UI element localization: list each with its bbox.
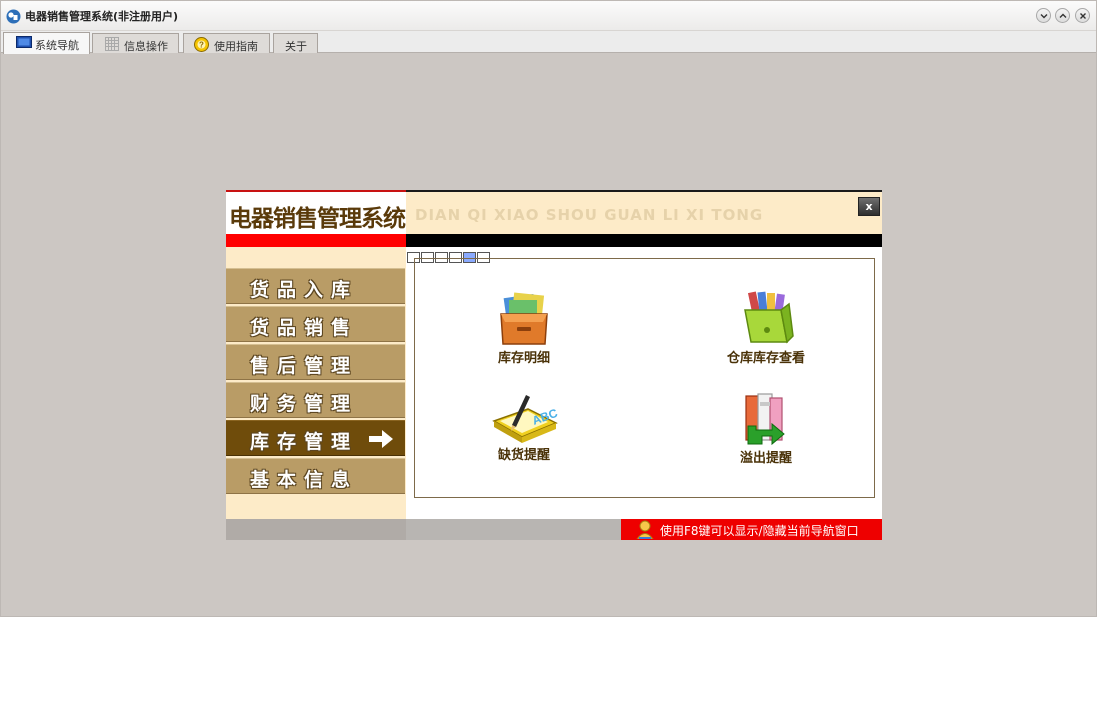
- function-overflow-alert[interactable]: 溢出提醒: [706, 390, 826, 466]
- menu-item-label: 货品入库: [250, 279, 359, 301]
- function-warehouse-stock[interactable]: 仓库库存查看: [706, 290, 826, 366]
- tip-bar: 使用F8键可以显示/隐藏当前导航窗口: [621, 519, 882, 540]
- book-folder-icon: [744, 291, 794, 344]
- tab-strip: 系统导航 信息操作 ? 使用指南 关于: [1, 31, 1096, 54]
- footer-bar: [406, 519, 621, 540]
- black-band: [406, 234, 882, 247]
- tab-info-ops[interactable]: 信息操作: [92, 33, 179, 53]
- tab-about[interactable]: 关于: [273, 33, 318, 53]
- app-logo-icon: [6, 9, 21, 24]
- menu-item-label: 库存管理: [250, 431, 359, 453]
- footer-bar: [226, 519, 406, 540]
- folder-box-icon: [500, 292, 548, 345]
- panel-header-logo: 电器销售管理系统: [226, 190, 406, 234]
- tab-label: 信息操作: [124, 40, 168, 53]
- navigation-panel: 电器销售管理系统 DIAN QI XIAO SHOU GUAN LI XI TO…: [226, 190, 882, 540]
- tab-user-guide[interactable]: ? 使用指南: [183, 33, 270, 53]
- red-band: [226, 234, 406, 247]
- menu-item-label: 货品销售: [250, 317, 359, 339]
- function-label: 溢出提醒: [739, 451, 792, 466]
- function-label: 库存明细: [497, 351, 550, 366]
- close-icon: [1080, 13, 1086, 19]
- help-icon: ?: [194, 37, 209, 55]
- menu-item-goods-sales[interactable]: 货品销售: [226, 306, 405, 342]
- title-bar: 电器销售管理系统(非注册用户): [1, 1, 1096, 31]
- panel-header-band: DIAN QI XIAO SHOU GUAN LI XI TONG: [406, 190, 882, 234]
- tab-label: 系统导航: [35, 39, 79, 52]
- tab-label: 关于: [285, 40, 307, 53]
- menu-item-finance[interactable]: 财务管理: [226, 382, 405, 418]
- function-area: 库存明细 仓库库存查看 ABC 缺货提醒 溢出提醒: [406, 247, 882, 519]
- menu-item-basic-info[interactable]: 基本信息: [226, 458, 405, 494]
- minimize-button[interactable]: [1036, 8, 1051, 23]
- window-title: 电器销售管理系统(非注册用户): [25, 10, 179, 23]
- menu-item-label: 售后管理: [250, 355, 359, 377]
- menu-item-after-sales[interactable]: 售后管理: [226, 344, 405, 380]
- menu-item-inventory[interactable]: 库存管理: [226, 420, 405, 456]
- arrow-right-icon: [368, 429, 394, 454]
- menu-item-goods-in[interactable]: 货品入库: [226, 268, 405, 304]
- function-label: 缺货提醒: [497, 448, 550, 463]
- menu-item-label: 基本信息: [250, 469, 359, 491]
- function-stock-detail[interactable]: 库存明细: [464, 292, 584, 366]
- panel-close-button[interactable]: x: [858, 197, 880, 216]
- menu-item-label: 财务管理: [250, 393, 359, 415]
- function-shortage-alert[interactable]: ABC 缺货提醒: [464, 391, 584, 463]
- notebook-pen-icon: ABC: [492, 395, 558, 443]
- tab-label: 使用指南: [214, 40, 258, 53]
- monitor-icon: [16, 36, 32, 52]
- side-menu: 货品入库 货品销售 售后管理 财务管理 库存管理 基本信息: [226, 247, 406, 519]
- main-window: 电器销售管理系统(非注册用户) 系统导航 信息操作 ? 使用指南 关于 电器销售…: [0, 0, 1097, 617]
- function-label: 仓库库存查看: [726, 351, 805, 366]
- user-icon: [635, 520, 655, 542]
- chevron-up-icon: [1059, 13, 1067, 18]
- grid-icon: [105, 37, 119, 54]
- svg-text:?: ?: [199, 41, 204, 50]
- panel-pinyin: DIAN QI XIAO SHOU GUAN LI XI TONG: [415, 206, 764, 224]
- tip-text: 使用F8键可以显示/隐藏当前导航窗口: [660, 524, 859, 538]
- panel-title: 电器销售管理系统: [229, 206, 406, 232]
- close-window-button[interactable]: [1075, 8, 1090, 23]
- tab-system-nav[interactable]: 系统导航: [3, 32, 90, 54]
- chevron-down-icon: [1040, 14, 1048, 19]
- maximize-button[interactable]: [1055, 8, 1070, 23]
- books-arrow-icon: [745, 393, 785, 446]
